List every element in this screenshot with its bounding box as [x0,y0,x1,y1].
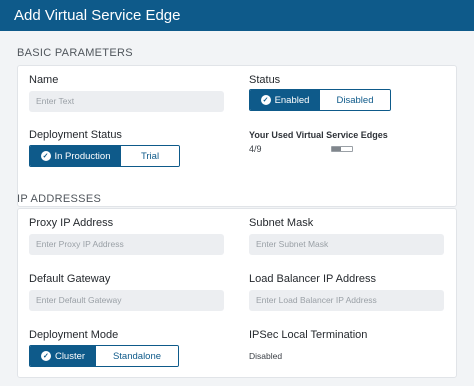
check-circle-icon: ✓ [40,151,51,161]
basic-parameters-heading: BASIC PARAMETERS [17,47,133,59]
trial-label: Trial [140,150,160,162]
load-balancer-label: Load Balancer IP Address [249,273,376,285]
mode-standalone-option[interactable]: Standalone [96,346,178,366]
default-gateway-label: Default Gateway [29,273,111,285]
used-edges-bar-fill [332,147,341,151]
deployment-mode-label: Deployment Mode [29,329,119,341]
status-label: Status [249,74,281,86]
status-enabled-option[interactable]: ✓ Enabled [250,90,320,110]
standalone-label: Standalone [112,350,162,362]
deployment-mode-toggle: ✓ Cluster Standalone [29,345,179,367]
used-edges-value: 4/9 [249,144,262,154]
dialog-title: Add Virtual Service Edge [0,0,474,31]
status-enabled-label: Enabled [274,94,310,106]
status-toggle: ✓ Enabled Disabled [249,89,391,111]
name-label: Name [29,74,59,86]
subnet-mask-input[interactable] [249,234,444,255]
proxy-ip-input[interactable] [29,234,224,255]
check-circle-icon: ✓ [40,351,51,361]
used-edges-label: Your Used Virtual Service Edges [249,130,388,140]
default-gateway-input[interactable] [29,290,224,311]
proxy-ip-label: Proxy IP Address [29,217,114,229]
in-production-label: In Production [54,150,111,162]
deployment-status-toggle: ✓ In Production Trial [29,145,180,167]
deployment-in-production-option[interactable]: ✓ In Production [30,146,121,166]
status-disabled-label: Disabled [336,94,374,106]
dialog-body: BASIC PARAMETERS Name Status ✓ Enabled D… [0,31,474,386]
subnet-mask-label: Subnet Mask [249,217,314,229]
deployment-trial-option[interactable]: Trial [121,146,179,166]
cluster-label: Cluster [54,350,86,362]
ip-addresses-heading: IP ADDRESSES [17,193,102,205]
mode-cluster-option[interactable]: ✓ Cluster [30,346,96,366]
load-balancer-input[interactable] [249,290,444,311]
basic-parameters-card: Name Status ✓ Enabled Disabled Deploymen… [17,65,457,207]
check-circle-icon: ✓ [260,95,271,105]
used-edges-bar [331,146,353,152]
status-disabled-option[interactable]: Disabled [320,90,390,110]
ipsec-label: IPSec Local Termination [249,329,368,341]
ipsec-value: Disabled [249,351,283,361]
name-input[interactable] [29,91,224,112]
deployment-status-label: Deployment Status [29,129,122,141]
ip-addresses-card: Proxy IP Address Subnet Mask Default Gat… [17,208,457,378]
